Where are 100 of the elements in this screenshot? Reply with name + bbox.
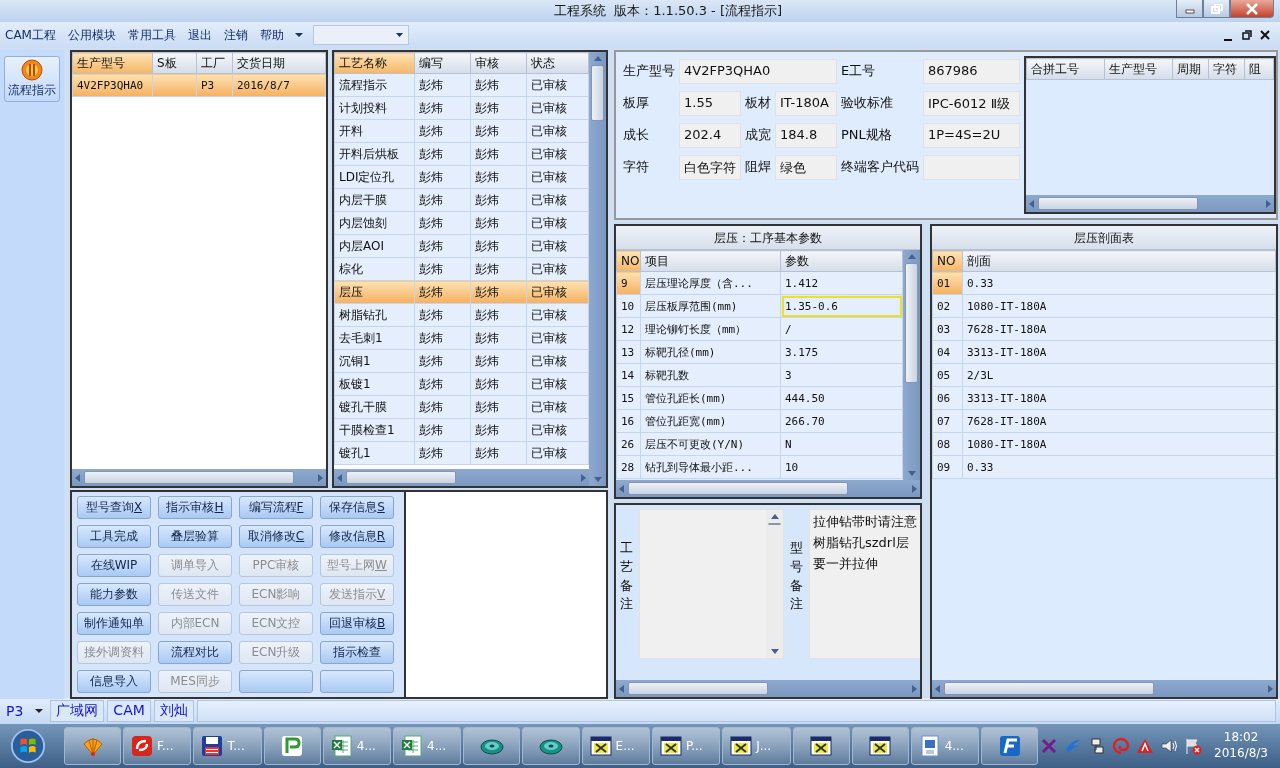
action-button[interactable]: 在线WIP bbox=[77, 554, 151, 577]
action-button[interactable]: 流程对比 bbox=[158, 641, 232, 664]
table-row[interactable]: 4V2FP3QHA0 P3 2016/8/7 bbox=[72, 73, 326, 97]
table-row[interactable]: 计划投料 彭炜 彭炜 已审核 bbox=[334, 96, 589, 120]
table-row[interactable]: 内层AOI 彭炜 彭炜 已审核 bbox=[334, 234, 589, 258]
column-header[interactable]: 生产型号 bbox=[1104, 58, 1173, 80]
action-button[interactable]: 指示审核H bbox=[158, 496, 232, 519]
action-button[interactable]: 叠层验算 bbox=[158, 525, 232, 548]
column-header[interactable]: 周期 bbox=[1172, 58, 1209, 80]
text-field[interactable]: 867986 bbox=[923, 58, 1020, 84]
column-header[interactable]: 生产型号 bbox=[72, 52, 153, 74]
text-area[interactable]: 拉伸钻带时请注意 树脂钻孔szdrl层 要一并拉伸 bbox=[809, 509, 920, 659]
table-cell[interactable]: 26 bbox=[616, 432, 641, 456]
triangle-icon[interactable] bbox=[1136, 737, 1155, 755]
horizontal-scrollbar[interactable] bbox=[72, 469, 326, 486]
column-header[interactable]: 编写 bbox=[414, 52, 471, 74]
horizontal-scrollbar[interactable] bbox=[334, 469, 589, 486]
table-row[interactable]: 沉铜1 彭炜 彭炜 已审核 bbox=[334, 349, 589, 373]
horizontal-scrollbar[interactable] bbox=[932, 680, 1276, 697]
text-field[interactable]: IT-180A bbox=[775, 90, 837, 116]
menu-item[interactable]: 公用模块 bbox=[66, 24, 117, 46]
table-row[interactable]: 去毛刺1 彭炜 彭炜 已审核 bbox=[334, 326, 589, 350]
menu-item[interactable]: 常用工具 bbox=[126, 24, 177, 46]
text-field[interactable]: 4V2FP3QHA0 bbox=[679, 58, 837, 84]
table-cell[interactable]: 07 bbox=[932, 409, 963, 433]
horizontal-scrollbar[interactable] bbox=[1026, 195, 1274, 212]
column-header[interactable]: 工艺名称 bbox=[334, 52, 415, 74]
taskbar-button[interactable] bbox=[851, 727, 909, 765]
table-cell[interactable]: 14 bbox=[616, 363, 641, 387]
table-cell[interactable]: 16 bbox=[616, 409, 641, 433]
menu-item[interactable]: CAM工程 bbox=[4, 24, 57, 46]
column-header[interactable]: 项目 bbox=[640, 250, 781, 272]
column-header[interactable]: 工厂 bbox=[196, 52, 233, 74]
column-header[interactable]: 字符 bbox=[1208, 58, 1245, 80]
action-button[interactable]: 编写流程F bbox=[239, 496, 313, 519]
table-cell[interactable]: 15 bbox=[616, 386, 641, 410]
table-row[interactable]: 内层干膜 彭炜 彭炜 已审核 bbox=[334, 188, 589, 212]
action-button[interactable]: 能力参数 bbox=[77, 583, 151, 606]
table-cell[interactable]: 09 bbox=[932, 455, 963, 479]
table-cell[interactable]: 10 bbox=[616, 294, 641, 318]
horizontal-scrollbar[interactable] bbox=[616, 480, 920, 497]
action-button[interactable]: 信息导入 bbox=[77, 670, 151, 693]
flag-icon[interactable] bbox=[1184, 737, 1203, 755]
text-field[interactable]: IPC-6012 Ⅱ级 bbox=[923, 90, 1020, 116]
taskbar-button[interactable] bbox=[792, 727, 850, 765]
table-cell[interactable]: 12 bbox=[616, 317, 641, 341]
column-header[interactable]: NO bbox=[616, 250, 641, 272]
table-row[interactable]: 干膜检查1 彭炜 彭炜 已审核 bbox=[334, 418, 589, 442]
column-header[interactable]: NO bbox=[932, 250, 963, 272]
action-button[interactable]: 工具完成 bbox=[77, 525, 151, 548]
table-cell[interactable]: 04 bbox=[932, 340, 963, 364]
table-cell[interactable]: 13 bbox=[616, 340, 641, 364]
table-cell[interactable]: 02 bbox=[932, 294, 963, 318]
menu-item[interactable]: 退出 bbox=[186, 24, 213, 46]
table-cell[interactable]: 06 bbox=[932, 386, 963, 410]
column-header[interactable]: 阻 bbox=[1244, 58, 1274, 80]
table-row[interactable]: 开料 彭炜 彭炜 已审核 bbox=[334, 119, 589, 143]
speaker-icon[interactable] bbox=[1160, 737, 1179, 755]
close-button[interactable] bbox=[1260, 29, 1272, 41]
menu-item[interactable]: 帮助 bbox=[258, 24, 285, 46]
horizontal-scrollbar[interactable] bbox=[616, 680, 920, 697]
action-button[interactable]: 取消修改C bbox=[239, 525, 313, 548]
table-row[interactable]: 树脂钻孔 彭炜 彭炜 已审核 bbox=[334, 303, 589, 327]
column-header[interactable]: 参数 bbox=[780, 250, 903, 272]
text-field[interactable]: 绿色 bbox=[775, 154, 837, 180]
action-button[interactable]: 制作通知单 bbox=[77, 612, 151, 635]
cross-icon[interactable] bbox=[1040, 737, 1059, 755]
table-row[interactable]: 流程指示 彭炜 彭炜 已审核 bbox=[334, 73, 589, 97]
column-header[interactable]: 审核 bbox=[470, 52, 527, 74]
text-field[interactable]: 1.55 bbox=[679, 90, 741, 116]
text-field[interactable]: 白色字符 bbox=[679, 154, 741, 180]
clock-time[interactable]: 18:02 bbox=[1223, 730, 1259, 746]
action-button[interactable]: 修改信息R bbox=[320, 525, 394, 548]
vertical-scrollbar[interactable] bbox=[589, 52, 606, 486]
plant-dropdown[interactable]: P3 bbox=[2, 703, 48, 719]
column-header[interactable]: 交货日期 bbox=[232, 52, 326, 74]
dropdown-icon[interactable] bbox=[294, 32, 303, 38]
action-button[interactable] bbox=[320, 670, 394, 693]
table-cell[interactable]: 01 bbox=[932, 271, 963, 295]
vertical-scrollbar[interactable] bbox=[903, 250, 920, 480]
table-cell[interactable]: 9 bbox=[616, 271, 641, 295]
text-field[interactable] bbox=[923, 154, 1020, 180]
text-field[interactable]: 202.4 bbox=[679, 122, 741, 148]
table-cell[interactable]: 28 bbox=[616, 455, 641, 479]
column-header[interactable]: S板 bbox=[152, 52, 197, 74]
column-header[interactable]: 状态 bbox=[526, 52, 589, 74]
table-row[interactable]: 层压 彭炜 彭炜 已审核 bbox=[334, 280, 589, 304]
network-icon[interactable] bbox=[1088, 737, 1107, 755]
restore-button[interactable] bbox=[1242, 29, 1254, 41]
table-row[interactable]: LDI定位孔 彭炜 彭炜 已审核 bbox=[334, 165, 589, 189]
table-row[interactable]: 内层蚀刻 彭炜 彭炜 已审核 bbox=[334, 211, 589, 235]
table-cell[interactable]: 03 bbox=[932, 317, 963, 341]
action-button[interactable]: 指示检查 bbox=[320, 641, 394, 664]
table-row[interactable]: 镀孔1 彭炜 彭炜 已审核 bbox=[334, 441, 589, 465]
table-cell[interactable]: 05 bbox=[932, 363, 963, 387]
clock-date[interactable]: 2016/8/3 bbox=[1214, 746, 1268, 762]
vertical-scrollbar[interactable] bbox=[766, 510, 783, 658]
text-field[interactable]: 1P=4S=2U bbox=[923, 122, 1020, 148]
table-row[interactable]: 板镀1 彭炜 彭炜 已审核 bbox=[334, 372, 589, 396]
table-row[interactable]: 棕化 彭炜 彭炜 已审核 bbox=[334, 257, 589, 281]
